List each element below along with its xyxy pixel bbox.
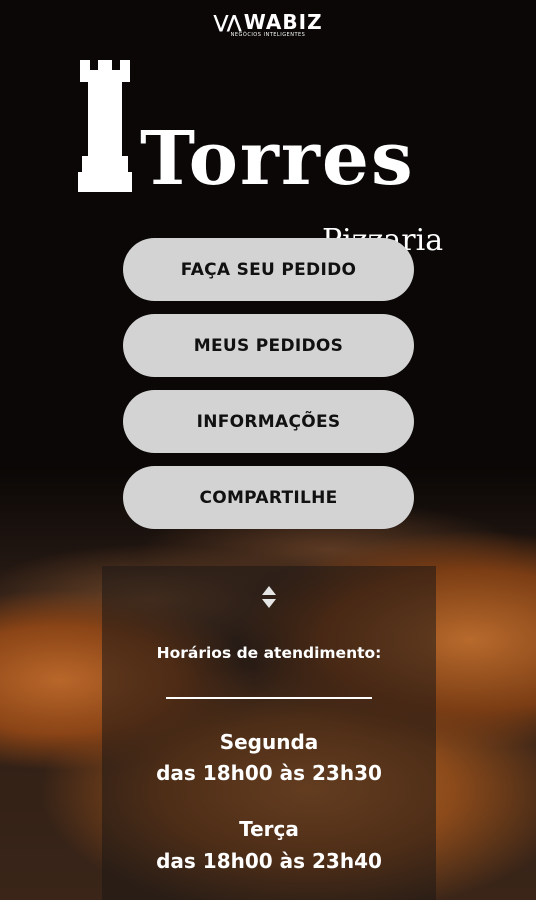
my-orders-button[interactable]: MEUS PEDIDOS	[123, 314, 414, 377]
expand-toggle-icon[interactable]	[257, 582, 281, 612]
hours-divider	[166, 697, 372, 699]
chess-rook-icon	[78, 60, 132, 192]
hours-day-tuesday: Terça	[239, 817, 299, 841]
opening-hours-panel: Horários de atendimento: Segunda das 18h…	[102, 566, 436, 900]
logo-title: Torres	[140, 116, 415, 202]
wabiz-logo-icon: ⋁⋀	[213, 11, 241, 33]
hours-title: Horários de atendimento:	[156, 644, 382, 662]
wabiz-name: WABIZ	[243, 10, 323, 34]
hours-day-monday: Segunda	[219, 730, 319, 754]
hours-time-monday: das 18h00 às 23h30	[156, 761, 382, 785]
hours-time-tuesday: das 18h00 às 23h40	[156, 849, 382, 873]
share-button[interactable]: COMPARTILHE	[123, 466, 414, 529]
main-menu: FAÇA SEU PEDIDO MEUS PEDIDOS INFORMAÇÕES…	[123, 238, 414, 542]
order-button[interactable]: FAÇA SEU PEDIDO	[123, 238, 414, 301]
wabiz-tagline: NEGÓCIOS INTELIGENTES	[230, 32, 306, 38]
information-button[interactable]: INFORMAÇÕES	[123, 390, 414, 453]
wabiz-brand: ⋁⋀ WABIZ NEGÓCIOS INTELIGENTES	[0, 10, 536, 38]
torres-logo: Torres Pizzaria	[78, 60, 468, 256]
